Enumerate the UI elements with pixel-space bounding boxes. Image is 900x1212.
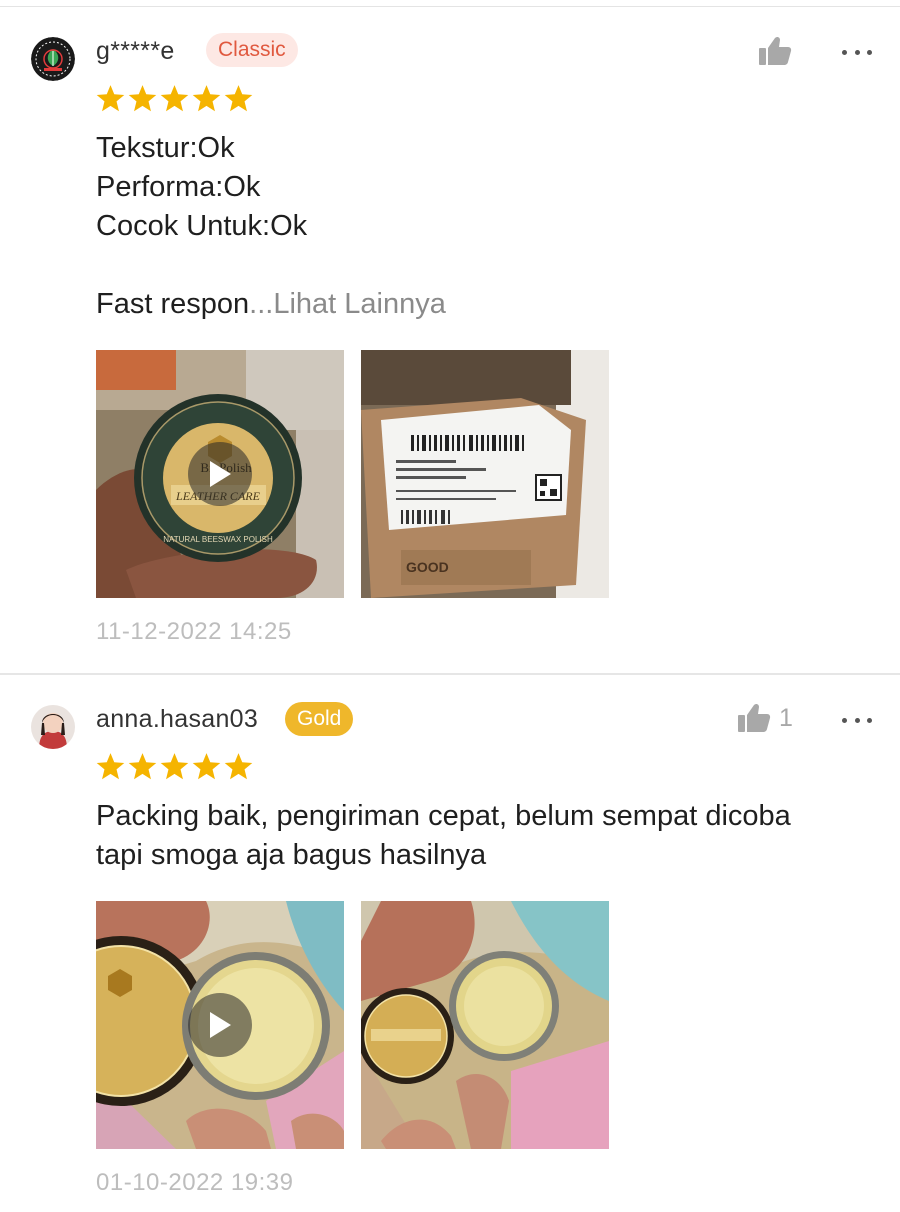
review-line: Packing baik, pengiriman cepat, belum se… [96,800,791,832]
thumbs-up-icon [738,703,771,732]
play-icon[interactable] [188,442,252,506]
like-button[interactable]: 1 [737,703,793,733]
review-photo[interactable] [361,901,609,1149]
ellipsis: ... [249,288,274,320]
star-icon [96,85,125,112]
svg-text:NATURAL BEESWAX POLISH: NATURAL BEESWAX POLISH [163,535,273,544]
star-icon [160,753,189,780]
review-line-text: Fast respon [96,288,250,320]
play-icon[interactable] [188,993,252,1057]
more-options-icon[interactable] [842,714,872,726]
star-rating [96,85,253,113]
like-button[interactable] [758,36,800,66]
review-text: Tekstur:Ok Performa:Ok Cocok Untuk:Ok Fa… [96,129,876,324]
star-icon [96,753,125,780]
review-line: tapi smoga aja bagus hasilnya [96,839,487,871]
review-photo[interactable]: GOOD [361,350,609,598]
avatar[interactable] [31,705,75,749]
review-video-thumbnail[interactable]: LEATHER CARE BioPolish NATURAL BEESWAX P… [96,350,344,598]
star-icon [224,753,253,780]
see-more-link[interactable]: Lihat Lainnya [273,288,446,320]
review-line: Fast respon...Lihat Lainnya [96,285,876,324]
svg-text:GOOD: GOOD [406,559,449,575]
thumbs-up-icon [759,36,792,65]
review-timestamp: 01-10-2022 19:39 [96,1169,294,1196]
review-video-thumbnail[interactable] [96,901,344,1149]
star-icon [160,85,189,112]
review-line: Cocok Untuk:Ok [96,210,308,242]
star-icon [128,753,157,780]
review-line: Performa:Ok [96,171,261,203]
review-line-blank [96,246,876,285]
review-timestamp: 11-12-2022 14:25 [96,618,292,645]
more-options-icon[interactable] [842,46,872,58]
review-card: anna.hasan03 Gold 1 Packing baik, pengir… [0,675,900,1212]
username[interactable]: g*****e [96,37,175,66]
membership-badge: Gold [285,702,354,736]
avatar[interactable] [31,37,75,81]
star-icon [224,85,253,112]
membership-badge: Classic [206,33,298,67]
star-icon [128,85,157,112]
review-line: Tekstur:Ok [96,132,235,164]
star-icon [192,753,221,780]
username[interactable]: anna.hasan03 [96,705,258,734]
star-rating [96,753,253,781]
like-count: 1 [779,703,793,732]
review-card: g*****e Classic Tekstur:Ok Performa:Ok C… [0,0,900,675]
review-text: Packing baik, pengiriman cepat, belum se… [96,797,876,875]
star-icon [192,85,221,112]
